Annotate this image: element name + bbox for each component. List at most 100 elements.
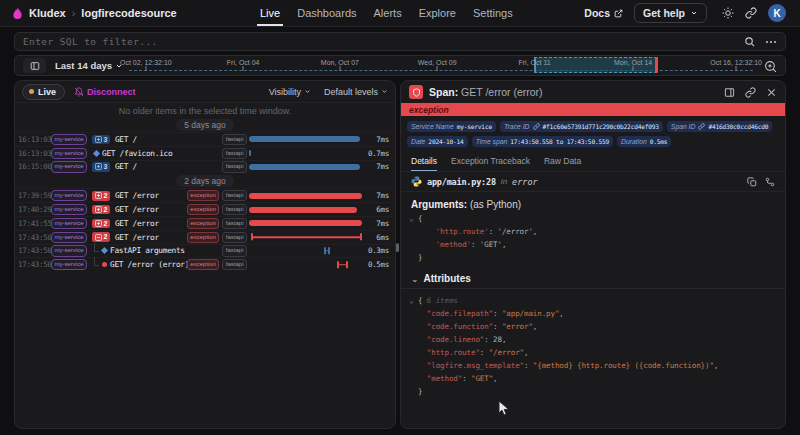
row-duration: 0.7ms [366,149,389,158]
span-count-badge[interactable]: 2 [92,232,110,242]
tag-fastapi[interactable]: fastapi [222,232,247,243]
copy-icon[interactable] [747,177,757,187]
trace-row[interactable]: 16:15:00my-service3GET /fastapi7ms [15,160,395,174]
source-in-label: in [501,177,507,186]
tag-fastapi[interactable]: fastapi [222,204,247,215]
span-name[interactable]: GET /error [115,205,187,214]
copy-link-icon[interactable] [745,87,756,98]
age-pill: 2 days ago [176,175,234,187]
code-gutter [409,359,418,372]
python-icon [411,176,422,187]
span-name[interactable]: GET /error (error) [110,260,187,269]
search-icon[interactable] [744,36,755,47]
details-tab-exception-traceback[interactable]: Exception Traceback [451,152,530,171]
live-toggle[interactable]: Live [22,84,65,100]
selection-end-handle[interactable] [655,57,658,73]
row-duration: 7ms [366,135,389,144]
span-name[interactable]: GET /error [115,219,187,228]
service-pill: my-service [51,245,87,256]
duration-bar [249,164,360,170]
more-options-icon[interactable] [765,36,777,48]
attributes-heading[interactable]: ⌄ Attributes [409,273,775,284]
span-name[interactable]: GET / [115,135,222,144]
visibility-dropdown[interactable]: Visibility [269,87,311,97]
theme-toggle-button[interactable] [722,7,734,19]
trace-row[interactable]: 17:40:29my-service2GET /errorexceptionfa… [15,202,395,216]
tag-fastapi[interactable]: fastapi [222,218,247,229]
trace-row[interactable]: 17:43:50my-serviceFastAPI argumentsfasta… [15,244,395,258]
trace-row[interactable]: 16:13:03my-serviceGET /favicon.icofastap… [15,146,395,160]
collapse-chevron-icon[interactable]: ⌄ [409,294,418,307]
trace-row[interactable]: 17:43:50my-service2GET /errorexceptionfa… [15,230,395,244]
span-name[interactable]: GET /error [115,233,187,242]
tree-connector [94,257,99,266]
close-icon[interactable] [766,87,777,98]
sidebar-toggle-button[interactable] [23,58,46,73]
tag-exception[interactable]: exception [187,232,220,243]
nav-tab-dashboards[interactable]: Dashboards [297,0,356,26]
tag-fastapi[interactable]: fastapi [222,245,247,256]
link-icon[interactable] [533,123,540,130]
duration-bar-area [249,133,363,146]
open-in-editor-icon[interactable] [765,177,775,187]
collapse-chevron-icon[interactable]: ⌄ [409,212,418,225]
tag-fastapi[interactable]: fastapi [222,259,247,270]
docs-link[interactable]: Docs [584,7,623,19]
tag-exception[interactable]: exception [187,190,220,201]
details-tab-details[interactable]: Details [411,152,437,171]
dock-panel-icon[interactable] [724,87,735,98]
nav-tab-alerts[interactable]: Alerts [374,0,402,26]
meta-label: Duration [621,138,647,145]
span-name[interactable]: FastAPI arguments [110,246,222,255]
share-link-button[interactable] [745,7,757,19]
span-count-badge[interactable]: 3 [92,135,110,145]
code-gutter [409,333,418,346]
zoom-in-button[interactable] [764,60,777,73]
tag-fastapi[interactable]: fastapi [222,190,247,201]
breadcrumb: Kludex › logfirecodesource [12,7,177,20]
nav-tab-live[interactable]: Live [260,0,280,26]
source-path[interactable]: app/main.py:28 [427,177,496,187]
org-name[interactable]: Kludex [29,7,66,19]
span-count-badge[interactable]: 2 [92,205,110,215]
span-count-badge[interactable]: 2 [92,219,110,229]
trace-row[interactable]: 17:43:50my-serviceGET /error (error)exce… [15,257,395,271]
row-timestamp: 17:40:29 [18,205,51,214]
get-help-button[interactable]: Get help [634,3,707,23]
time-range-select[interactable]: Last 14 days [55,60,123,71]
row-tags: fastapi [222,161,247,172]
tag-fastapi[interactable]: fastapi [222,148,247,159]
project-name[interactable]: logfirecodesource [81,7,176,19]
code-gutter [409,320,418,333]
levels-dropdown[interactable]: Default levels [324,87,388,97]
row-tags: fastapi [222,148,247,159]
nav-tab-settings[interactable]: Settings [473,0,513,26]
meta-label: Trace ID [504,123,530,130]
trace-row[interactable]: 17:41:55my-service2GET /errorexceptionfa… [15,216,395,230]
link-icon[interactable] [698,123,705,130]
tag-exception[interactable]: exception [187,259,220,270]
tag-exception[interactable]: exception [187,204,220,215]
code-gutter [409,307,418,320]
sql-filter-input[interactable]: Enter SQL to filter... [14,32,786,51]
trace-row[interactable]: 16:13:03my-service3GET /fastapi7ms [15,132,395,146]
details-tab-raw-data[interactable]: Raw Data [544,152,581,171]
trace-row[interactable]: 17:39:59my-service2GET /errorexceptionfa… [15,188,395,202]
user-avatar[interactable]: K [768,4,786,22]
disconnect-button[interactable]: Disconnect [74,87,136,97]
span-details-panel: Span: GET /error (error) exception Servi… [400,80,786,429]
span-count-badge[interactable]: 3 [92,162,110,172]
time-range-bar: Last 14 days Oct 02, 12:32:10Fri, Oct 04… [14,55,786,76]
timeline[interactable]: Oct 02, 12:32:10Fri, Oct 04Mon, Oct 07We… [129,56,753,75]
span-name[interactable]: GET /favicon.ico [102,149,222,158]
nav-tab-explore[interactable]: Explore [419,0,456,26]
tag-fastapi[interactable]: fastapi [222,161,247,172]
panel-scrollbar[interactable] [396,243,399,252]
span-name[interactable]: GET / [115,162,222,171]
service-pill: my-service [51,148,87,159]
span-name[interactable]: GET /error [115,191,187,200]
duration-bar-area [249,203,363,216]
tag-exception[interactable]: exception [187,218,220,229]
span-count-badge[interactable]: 2 [92,191,110,201]
tag-fastapi[interactable]: fastapi [222,134,247,145]
